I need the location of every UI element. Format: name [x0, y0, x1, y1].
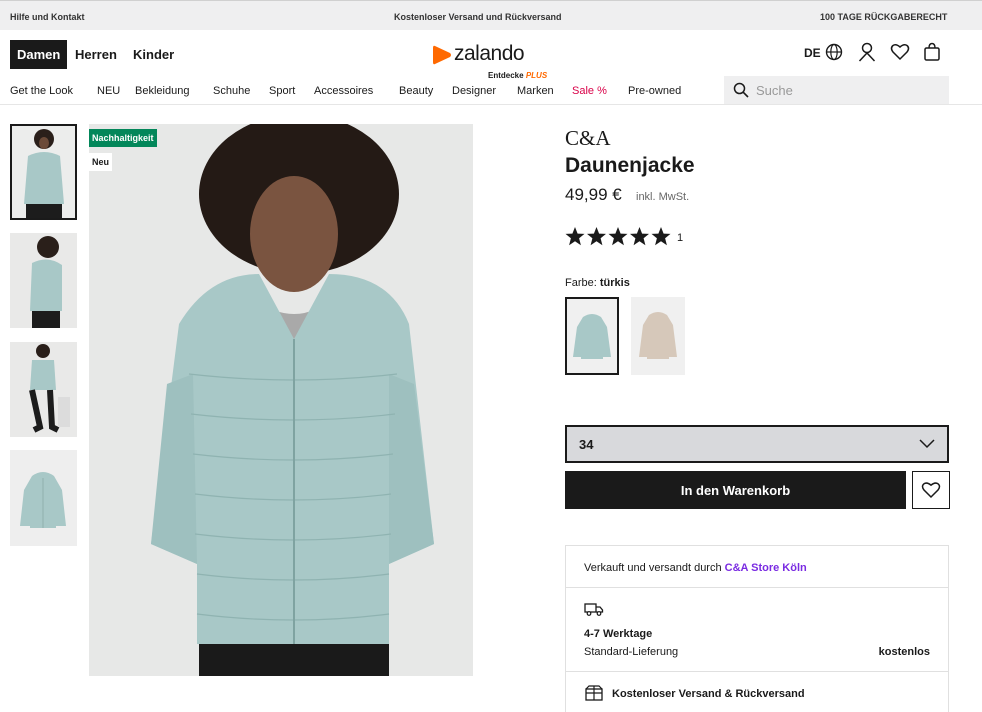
thumbnail-seated-image — [10, 342, 77, 437]
tab-damen[interactable]: Damen — [10, 40, 68, 69]
main-header: Damen Herren Kinder zalando Entdecke PLU… — [0, 30, 982, 80]
thumbnail-flatlay-image — [10, 450, 77, 546]
swatch-beige-jacket — [631, 297, 685, 375]
nav-bekleidung[interactable]: Bekleidung — [135, 85, 189, 97]
thumbnail-3[interactable] — [10, 342, 77, 437]
user-account-icon[interactable] — [858, 42, 876, 64]
return-policy-info[interactable]: 100 TAGE RÜCKGABERECHT — [820, 12, 947, 22]
delivery-truck-icon — [584, 603, 604, 616]
free-shipping-row[interactable]: Kostenloser Versand & Rückversand — [565, 671, 949, 712]
search-bar — [724, 76, 949, 104]
thumbnail-2[interactable] — [10, 233, 77, 328]
nav-sport[interactable]: Sport — [269, 85, 295, 97]
delivery-price: kostenlos — [878, 646, 930, 658]
search-icon[interactable] — [733, 82, 749, 98]
color-value: türkis — [599, 277, 630, 289]
logo-wordmark: zalando — [454, 42, 525, 65]
nav-neu[interactable]: NEU — [97, 85, 120, 97]
thumbnail-1[interactable] — [10, 124, 77, 220]
vat-note: inkl. MwSt. — [636, 191, 690, 203]
zalando-logo-icon — [433, 45, 451, 65]
top-info-bar: Hilfe und Kontakt Kostenloser Versand un… — [0, 0, 982, 30]
product-name: Daunenjacke — [565, 154, 695, 177]
zalando-logo[interactable]: zalando Entdecke PLUS — [432, 42, 552, 80]
thumbnail-back-image — [10, 233, 77, 328]
color-swatch-tuerkis[interactable] — [565, 297, 619, 375]
color-swatch-beige[interactable] — [631, 297, 685, 375]
free-shipping-info[interactable]: Kostenloser Versand und Rückversand — [394, 12, 562, 22]
delivery-type: Standard-Lieferung — [584, 646, 679, 658]
search-input[interactable] — [754, 80, 939, 100]
size-value: 34 — [579, 437, 594, 452]
swatch-turquoise-jacket — [567, 299, 617, 373]
thumbnail-4[interactable] — [10, 450, 77, 546]
shopping-bag-icon[interactable] — [923, 42, 941, 64]
heart-icon — [921, 482, 941, 499]
model-jacket-image — [89, 124, 473, 676]
nav-get-the-look[interactable]: Get the Look — [10, 85, 73, 97]
free-shipping-label: Kostenloser Versand & Rückversand — [612, 688, 805, 700]
seller-info-row: Verkauft und versandt durch C&A Store Kö… — [565, 545, 949, 587]
main-product-image[interactable]: Nachhaltigkeit Neu — [89, 124, 473, 676]
delivery-info-row: 4-7 Werktage Standard-Lieferung kostenlo… — [565, 587, 949, 671]
sold-by-label: Verkauft und versandt durch — [584, 562, 722, 574]
nav-designer[interactable]: Designer — [452, 85, 496, 97]
color-label: Farbe: — [565, 277, 597, 289]
store-link[interactable]: C&A Store Köln — [725, 562, 807, 574]
rating-stars[interactable] — [565, 226, 675, 253]
product-price: 49,99 € — [565, 185, 622, 204]
tab-herren[interactable]: Herren — [68, 40, 124, 69]
wishlist-heart-icon[interactable] — [890, 42, 910, 64]
package-return-icon — [585, 685, 603, 701]
nav-schuhe[interactable]: Schuhe — [213, 85, 250, 97]
nav-sale[interactable]: Sale % — [572, 85, 607, 97]
nav-pre-owned[interactable]: Pre-owned — [628, 85, 681, 97]
tab-kinder[interactable]: Kinder — [126, 40, 181, 69]
product-brand[interactable]: C&A — [565, 126, 611, 151]
language-label: DE — [804, 46, 821, 60]
help-contact-link[interactable]: Hilfe und Kontakt — [10, 12, 85, 22]
delivery-time: 4-7 Werktage — [584, 628, 653, 640]
category-nav: Get the Look NEU Bekleidung Schuhe Sport… — [0, 76, 982, 105]
rating-count[interactable]: 1 — [677, 232, 683, 244]
color-label-row: Farbe: türkis — [565, 277, 630, 289]
new-badge: Neu — [89, 153, 113, 171]
star-icons — [565, 227, 671, 246]
nav-beauty[interactable]: Beauty — [399, 85, 433, 97]
nav-marken[interactable]: Marken — [517, 85, 554, 97]
globe-icon — [825, 43, 843, 61]
nav-accessoires[interactable]: Accessoires — [314, 85, 373, 97]
chevron-down-icon — [919, 439, 935, 449]
add-to-cart-button[interactable]: In den Warenkorb — [565, 471, 906, 509]
thumbnail-front-image — [12, 126, 75, 218]
size-selector[interactable]: 34 — [565, 425, 949, 463]
sustainability-badge: Nachhaltigkeit — [89, 129, 157, 147]
add-to-wishlist-button[interactable] — [912, 471, 950, 509]
